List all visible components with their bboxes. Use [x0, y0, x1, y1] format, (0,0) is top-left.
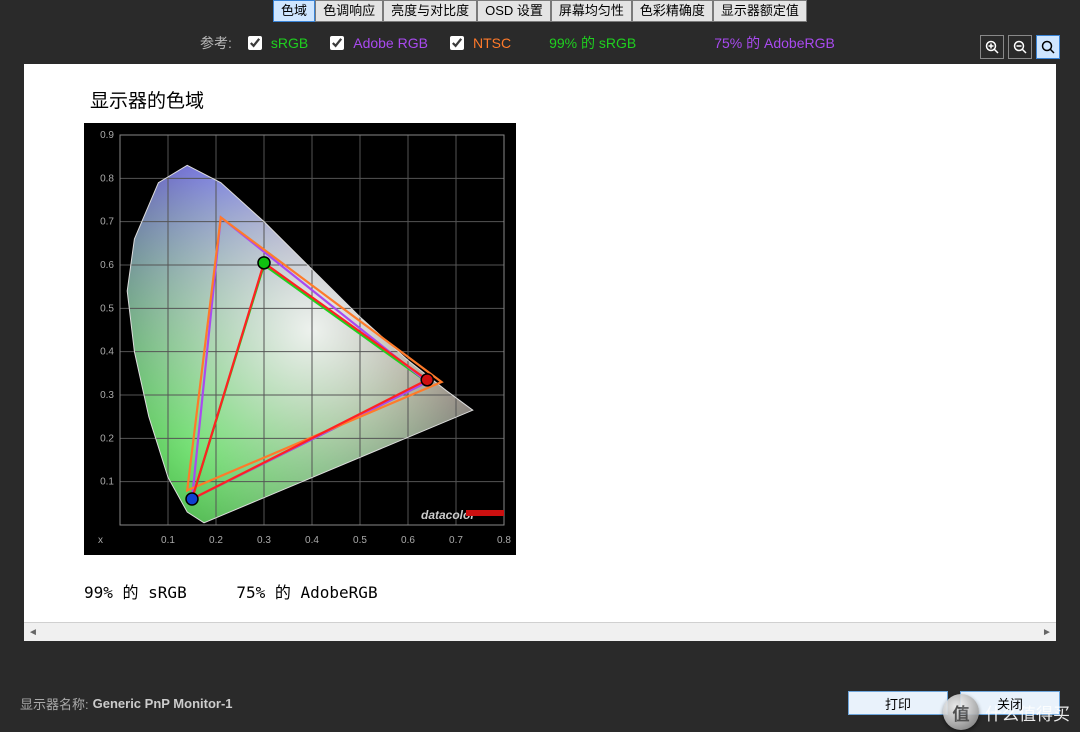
ref-srgb-label: sRGB	[271, 35, 308, 51]
svg-text:0.2: 0.2	[209, 535, 223, 546]
content-stage: 显示器的色域 0.1 0.2 0.3 0.4 0.5 0.6 0.7 0.8 0.1 0.2 0.3…	[24, 64, 1056, 634]
ref-ntsc[interactable]: NTSC	[446, 33, 511, 53]
ref-adobergb-label: Adobe RGB	[353, 35, 428, 51]
tab-0[interactable]: 色域	[273, 0, 315, 22]
svg-text:0.6: 0.6	[401, 535, 415, 546]
content-scroll[interactable]: 显示器的色域 0.1 0.2 0.3 0.4 0.5 0.6 0.7 0.8 0.1 0.2 0.3…	[24, 64, 1056, 634]
svg-text:0.3: 0.3	[257, 535, 271, 546]
svg-text:0.3: 0.3	[100, 390, 114, 401]
svg-text:0.2: 0.2	[100, 433, 114, 444]
print-button[interactable]: 打印	[848, 691, 948, 715]
gamut-srgb-pct: 99% 的 sRGB	[549, 33, 636, 53]
chart-caption: 99% 的 sRGB 75% 的 AdobeRGB	[84, 579, 996, 603]
zoom-in-button[interactable]	[980, 35, 1004, 59]
ref-adobergb[interactable]: Adobe RGB	[326, 33, 428, 53]
monitor-name-label: 显示器名称:	[20, 694, 89, 713]
tab-1[interactable]: 色调响应	[315, 0, 383, 22]
tab-5[interactable]: 色彩精确度	[632, 0, 713, 22]
svg-text:0.5: 0.5	[353, 535, 367, 546]
svg-text:0.8: 0.8	[100, 173, 114, 184]
caption-adobergb: 75% 的 AdobeRGB	[236, 583, 377, 602]
zoom-fit-button[interactable]	[1036, 35, 1060, 59]
ref-adobergb-checkbox[interactable]	[330, 36, 344, 50]
tab-2[interactable]: 亮度与对比度	[383, 0, 477, 22]
gamut-adobergb-pct: 75% 的 AdobeRGB	[714, 33, 835, 53]
horizontal-scrollbar[interactable]: ◄ ►	[24, 622, 1056, 641]
reference-label: 参考:	[200, 33, 232, 53]
svg-text:0.5: 0.5	[100, 303, 114, 314]
svg-text:0.9: 0.9	[100, 130, 114, 141]
monitor-name: Generic PnP Monitor-1	[93, 696, 233, 711]
svg-text:x: x	[98, 535, 103, 546]
tab-strip: 色域色调响应亮度与对比度OSD 设置屏幕均匀性色彩精确度显示器额定值	[0, 0, 1080, 22]
page-title: 显示器的色域	[90, 86, 996, 113]
close-button[interactable]: 关闭	[960, 691, 1060, 715]
svg-text:0.8: 0.8	[497, 535, 511, 546]
tab-6[interactable]: 显示器额定值	[713, 0, 807, 22]
svg-text:0.6: 0.6	[100, 260, 114, 271]
zoom-toolbar	[980, 35, 1060, 59]
ref-ntsc-checkbox[interactable]	[450, 36, 464, 50]
svg-text:0.7: 0.7	[449, 535, 463, 546]
ref-ntsc-label: NTSC	[473, 35, 511, 51]
zoom-out-button[interactable]	[1008, 35, 1032, 59]
scroll-left-arrow[interactable]: ◄	[24, 627, 42, 638]
tab-3[interactable]: OSD 设置	[477, 0, 551, 22]
svg-text:0.4: 0.4	[305, 535, 319, 546]
svg-text:0.7: 0.7	[100, 217, 114, 228]
caption-srgb: 99% 的 sRGB	[84, 583, 187, 602]
scroll-right-arrow[interactable]: ►	[1038, 627, 1056, 638]
ref-srgb[interactable]: sRGB	[244, 33, 308, 53]
svg-text:0.1: 0.1	[161, 535, 175, 546]
ref-srgb-checkbox[interactable]	[248, 36, 262, 50]
svg-text:0.1: 0.1	[100, 477, 114, 488]
reference-bar: 参考: sRGB Adobe RGB NTSC 99% 的 sRGB 75% 的…	[0, 22, 1080, 64]
tab-4[interactable]: 屏幕均匀性	[551, 0, 632, 22]
cie-chart: 0.1 0.2 0.3 0.4 0.5 0.6 0.7 0.8 0.1 0.2 0.3 0.4 0.5 0…	[84, 123, 516, 555]
svg-text:0.4: 0.4	[100, 347, 114, 358]
footer-bar: 显示器名称: Generic PnP Monitor-1 打印 关闭	[0, 674, 1080, 732]
